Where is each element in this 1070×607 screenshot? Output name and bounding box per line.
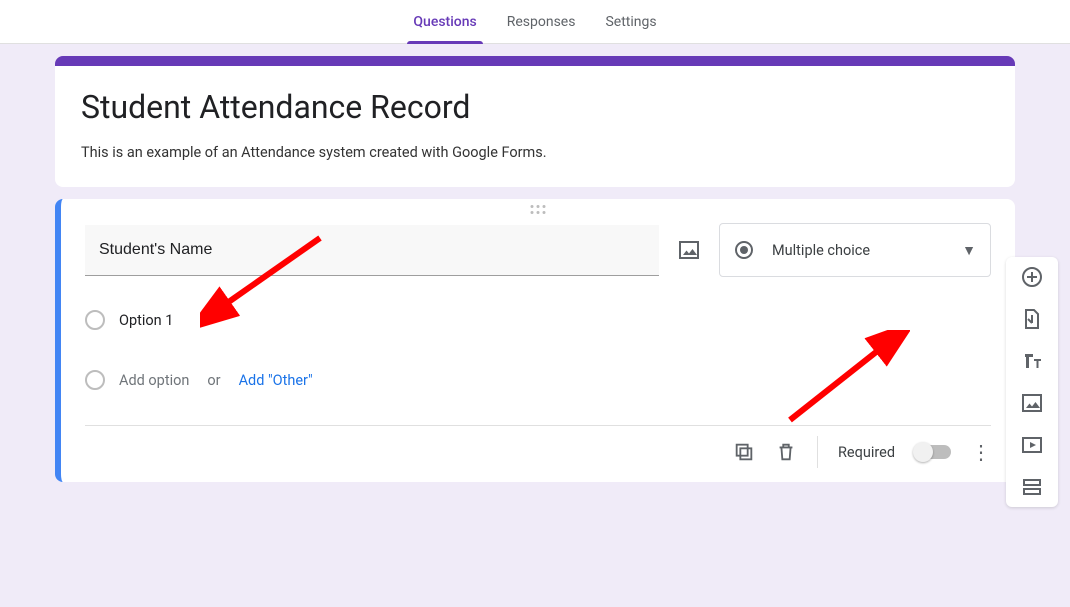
add-video-icon[interactable] [1020,433,1044,457]
duplicate-icon[interactable] [733,441,755,463]
add-question-icon[interactable] [1020,265,1044,289]
tab-responses[interactable]: Responses [507,0,576,44]
tab-questions[interactable]: Questions [413,0,476,44]
question-type-dropdown[interactable]: Multiple choice ▼ [719,223,991,277]
insert-image-icon[interactable] [677,238,701,262]
form-column: Student Attendance Record This is an exa… [55,56,1015,482]
question-header-row: Multiple choice ▼ [85,223,991,277]
question-footer: Required ⋮ [85,425,991,468]
radio-icon [734,240,754,260]
question-title-input[interactable] [85,225,659,276]
question-card[interactable]: Multiple choice ▼ Option 1 Add option or… [55,199,1015,482]
radio-outline-icon [85,370,105,390]
top-tabs: Questions Responses Settings [0,0,1070,44]
add-section-icon[interactable] [1020,475,1044,499]
side-toolbar [1006,257,1058,507]
radio-outline-icon [85,310,105,330]
separator [817,436,818,468]
option-row[interactable]: Option 1 [85,303,991,337]
import-questions-icon[interactable] [1020,307,1044,331]
option-text[interactable]: Option 1 [119,312,991,329]
required-toggle[interactable] [915,445,951,459]
question-type-label: Multiple choice [772,242,870,259]
add-title-icon[interactable] [1020,349,1044,373]
form-description[interactable]: This is an example of an Attendance syst… [81,144,989,161]
options-area: Option 1 Add option or Add "Other" [85,303,991,397]
add-image-icon[interactable] [1020,391,1044,415]
or-text: or [207,372,220,389]
chevron-down-icon: ▼ [962,242,976,259]
main-area: Student Attendance Record This is an exa… [0,44,1070,482]
add-option-button[interactable]: Add option [119,372,189,389]
required-label: Required [838,444,895,461]
form-header-card[interactable]: Student Attendance Record This is an exa… [55,56,1015,187]
delete-icon[interactable] [775,441,797,463]
add-option-row: Add option or Add "Other" [85,363,991,397]
drag-handle-icon[interactable] [531,205,546,214]
tab-settings[interactable]: Settings [605,0,656,44]
form-title[interactable]: Student Attendance Record [81,88,989,126]
more-options-icon[interactable]: ⋮ [971,442,991,462]
add-other-button[interactable]: Add "Other" [239,372,313,389]
